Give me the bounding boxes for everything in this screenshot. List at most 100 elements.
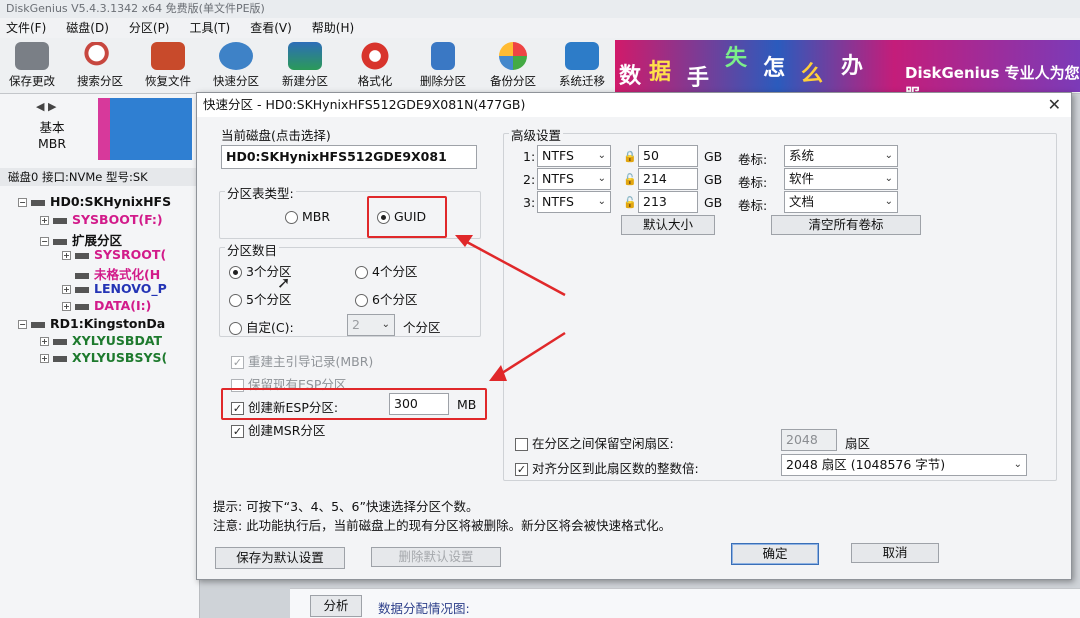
app-title: DiskGenius V5.4.3.1342 x64 免费版(单文件PE版)	[0, 0, 1080, 18]
unlock-icon[interactable]: 🔓	[623, 194, 637, 209]
menu-partition[interactable]: 分区(P)	[129, 18, 170, 38]
delete-partition-button[interactable]: 删除分区	[413, 40, 473, 92]
delete-default-button[interactable]: 删除默认设置	[371, 547, 501, 567]
fs-select-1[interactable]: NTFS ⌄	[537, 145, 611, 167]
save-changes-button[interactable]: 保存更改	[2, 40, 62, 92]
new-partition-button[interactable]: 新建分区	[275, 40, 335, 92]
tree-item-sysboot[interactable]: + SYSBOOT(F:)	[40, 212, 163, 227]
format-button[interactable]: 格式化	[345, 40, 405, 92]
radio-custom[interactable]: 自定(C):	[229, 317, 294, 336]
align-select[interactable]: 2048 扇区 (1048576 字节) ⌄	[781, 454, 1027, 476]
search-partition-button[interactable]: 搜索分区	[70, 40, 130, 92]
fs-select-2[interactable]: NTFS ⌄	[537, 168, 611, 190]
radio-4-partitions[interactable]: 4个分区	[355, 261, 417, 280]
radio-6-indicator	[355, 294, 368, 307]
radio-5-indicator	[229, 294, 242, 307]
fs-select-3[interactable]: NTFS ⌄	[537, 191, 611, 213]
lock-icon[interactable]: 🔒	[623, 148, 637, 163]
partition-icon	[53, 338, 67, 345]
menu-view[interactable]: 查看(V)	[250, 18, 292, 38]
recover-icon	[151, 42, 185, 70]
tree-item-xylyusbdat[interactable]: + XYLYUSBDAT	[40, 333, 162, 348]
nav-arrows-icon[interactable]: ◀ ▶	[36, 100, 56, 113]
save-default-button[interactable]: 保存为默认设置	[215, 547, 345, 569]
rebuild-mbr-checkbox[interactable]: ✓ 重建主引导记录(MBR)	[231, 351, 373, 370]
size-input-3[interactable]: 213	[638, 191, 698, 213]
radio-6-partitions[interactable]: 6个分区	[355, 289, 417, 308]
partition-icon	[75, 303, 89, 310]
chevron-down-icon: ⌄	[884, 150, 893, 161]
current-disk-field[interactable]: HD0:SKHynixHFS512GDE9X081	[221, 145, 477, 169]
advanced-label: 高级设置	[509, 125, 564, 144]
tree-item-lenovo[interactable]: + LENOVO_P	[62, 281, 167, 296]
tree-item-xylyusbsys[interactable]: + XYLYUSBSYS(	[40, 350, 167, 365]
menu-file[interactable]: 文件(F)	[6, 18, 46, 38]
promo-banner[interactable]: 数 据 手 失 怎 么 办 DiskGenius 专业人为您服	[615, 40, 1080, 92]
create-msr-checkbox[interactable]: ✓ 创建MSR分区	[231, 420, 325, 439]
arrow-to-guid	[464, 239, 566, 297]
chevron-down-icon: ⌄	[884, 173, 893, 184]
chevron-down-icon: ⌄	[597, 150, 606, 161]
alloc-label: 数据分配情况图:	[378, 601, 470, 616]
menu-help[interactable]: 帮助(H)	[312, 18, 354, 38]
size-input-1[interactable]: 50	[638, 145, 698, 167]
warning-text: 注意: 此功能执行后，当前磁盘上的现有分区将被删除。新分区将会被快速格式化。	[213, 518, 672, 533]
unlock-icon[interactable]: 🔓	[623, 171, 637, 186]
size-input-2[interactable]: 214	[638, 168, 698, 190]
arrow-to-esp	[498, 331, 566, 377]
tree-item-data[interactable]: + DATA(I:)	[62, 298, 151, 313]
new-partition-icon	[288, 42, 322, 70]
table-type-label: 分区表类型:	[225, 183, 296, 202]
volume-select-1[interactable]: 系统 ⌄	[784, 145, 898, 167]
clear-labels-button[interactable]: 清空所有卷标	[771, 215, 921, 235]
volume-select-2[interactable]: 软件 ⌄	[784, 168, 898, 190]
tree-item-hd0[interactable]: − HD0:SKHynixHFS	[18, 194, 171, 209]
size-unit: GB	[704, 172, 723, 187]
analyze-button[interactable]: 分析	[310, 595, 362, 617]
custom-suffix: 个分区	[403, 320, 441, 335]
reserve-unit: 扇区	[845, 436, 871, 451]
menu-tools[interactable]: 工具(T)	[190, 18, 231, 38]
quick-partition-button[interactable]: 快速分区	[206, 40, 266, 92]
quick-partition-dialog: 快速分区 - HD0:SKHynixHFS512GDE9X081N(477GB)…	[196, 92, 1072, 580]
disk-info: 磁盘0 接口:NVMe 型号:SK	[0, 168, 200, 186]
custom-count-select[interactable]: 2 ⌄	[347, 314, 395, 336]
ok-button[interactable]: 确定	[731, 543, 819, 565]
current-disk-label: 当前磁盘(点击选择)	[221, 128, 331, 143]
recover-files-button[interactable]: 恢复文件	[138, 40, 198, 92]
disk-map-bar[interactable]	[98, 98, 192, 160]
partition-index: 3:	[523, 195, 536, 210]
disk-type: 基本 MBR	[38, 120, 67, 151]
chevron-down-icon: ⌄	[597, 196, 606, 207]
tree-item-rd1[interactable]: − RD1:KingstonDa	[18, 316, 165, 331]
backup-partition-button[interactable]: 备份分区	[483, 40, 543, 92]
system-migration-button[interactable]: 系统迁移	[552, 40, 612, 92]
volume-label-text: 卷标:	[738, 152, 768, 167]
banner-char: 据	[649, 59, 672, 85]
cancel-button[interactable]: 取消	[851, 543, 939, 563]
menu-bar: 文件(F) 磁盘(D) 分区(P) 工具(T) 查看(V) 帮助(H)	[0, 18, 1080, 38]
format-icon	[358, 42, 392, 70]
partition-icon	[53, 217, 67, 224]
mouse-cursor-icon: ➚	[277, 273, 291, 292]
partition-count-label: 分区数目	[225, 240, 280, 259]
radio-4-indicator	[355, 266, 368, 279]
size-unit: GB	[704, 149, 723, 164]
tree-item-sysroot[interactable]: + SYSROOT(	[62, 247, 166, 262]
radio-3-indicator	[229, 266, 242, 279]
banner-char: 手	[687, 65, 710, 91]
chevron-down-icon: ⌄	[1013, 459, 1022, 470]
partition-icon	[75, 286, 89, 293]
banner-char: 怎	[763, 55, 786, 81]
annotation-arrows	[455, 235, 566, 381]
radio-mbr[interactable]: MBR	[285, 209, 330, 224]
menu-disk[interactable]: 磁盘(D)	[66, 18, 109, 38]
default-size-button[interactable]: 默认大小	[621, 215, 715, 235]
close-icon[interactable]: ✕	[1048, 95, 1061, 114]
volume-select-3[interactable]: 文档 ⌄	[784, 191, 898, 213]
reserve-sectors-input[interactable]: 2048	[781, 429, 837, 451]
chevron-down-icon: ⌄	[884, 196, 893, 207]
align-checkbox[interactable]: ✓ 对齐分区到此扇区数的整数倍:	[515, 458, 699, 477]
partition-icon	[53, 355, 67, 362]
banner-char: 办	[841, 53, 864, 79]
